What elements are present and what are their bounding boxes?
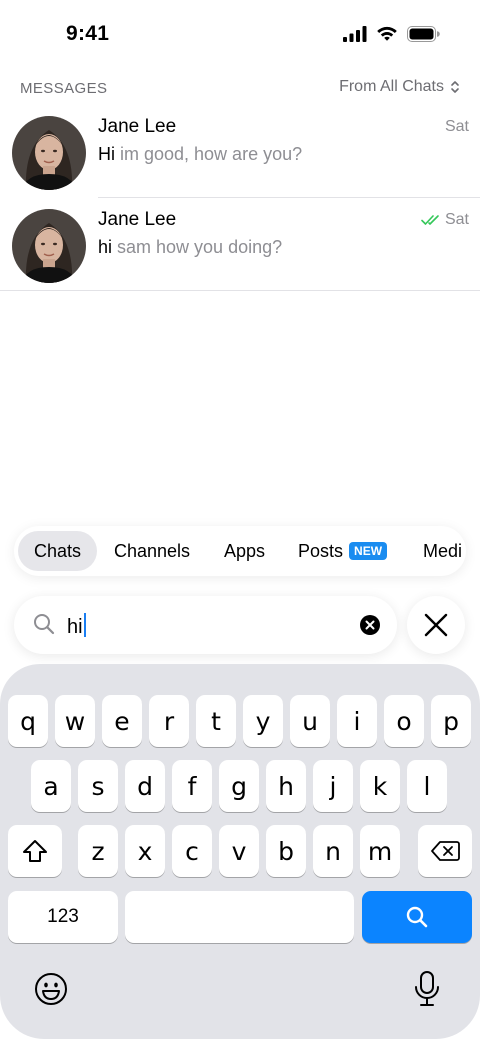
chat-date-with-receipt: Sat xyxy=(421,211,469,229)
chat-list-item[interactable]: Jane Lee hi sam how you doing? Sat xyxy=(0,199,480,291)
divider xyxy=(0,290,480,291)
key-p[interactable]: p xyxy=(431,695,471,747)
tab-chats[interactable]: Chats xyxy=(18,531,98,571)
keyboard: q w e r t y u i o p a s d f g h j k l z … xyxy=(0,664,480,1039)
key-v[interactable]: v xyxy=(219,825,259,877)
key-k[interactable]: k xyxy=(360,760,400,812)
new-badge: NEW xyxy=(349,542,388,560)
key-d[interactable]: d xyxy=(125,760,165,812)
tab-label: Chats xyxy=(34,541,82,561)
shift-icon xyxy=(23,840,47,862)
search-scope-tabs: Chats Channels Apps Posts NEW Medi xyxy=(14,526,466,576)
shift-key[interactable] xyxy=(8,825,62,877)
chevron-up-down-icon xyxy=(451,81,459,93)
microphone-icon xyxy=(415,971,439,1006)
search-query: hi xyxy=(67,616,83,638)
key-x[interactable]: x xyxy=(125,825,165,877)
key-b[interactable]: b xyxy=(266,825,306,877)
key-q[interactable]: q xyxy=(8,695,48,747)
status-icons xyxy=(343,26,440,42)
chat-list-item[interactable]: Jane Lee Hi im good, how are you? Sat xyxy=(0,106,480,198)
chat-preview: hi sam how you doing? xyxy=(98,237,282,258)
numbers-key[interactable]: 123 xyxy=(8,891,118,943)
key-h[interactable]: h xyxy=(266,760,306,812)
battery-icon xyxy=(407,26,440,42)
numbers-key-label: 123 xyxy=(47,906,79,927)
space-key[interactable] xyxy=(125,891,354,943)
status-bar: 9:41 xyxy=(0,0,480,70)
key-c[interactable]: c xyxy=(172,825,212,877)
chat-name: Jane Lee xyxy=(98,116,177,137)
section-title: MESSAGES xyxy=(20,80,108,97)
tab-label: Channels xyxy=(114,541,191,561)
clear-icon[interactable] xyxy=(359,614,381,636)
divider xyxy=(98,197,480,198)
search-match-text: Hi xyxy=(98,144,115,164)
close-icon xyxy=(424,613,448,637)
tab-posts[interactable]: Posts NEW xyxy=(282,531,403,571)
preview-text: im good, how are you? xyxy=(115,144,303,164)
key-j[interactable]: j xyxy=(313,760,353,812)
tab-label: Medi xyxy=(423,541,463,561)
key-o[interactable]: o xyxy=(384,695,424,747)
avatar xyxy=(12,116,86,190)
cellular-signal-icon xyxy=(343,26,367,42)
key-n[interactable]: n xyxy=(313,825,353,877)
chat-name: Jane Lee xyxy=(98,209,177,230)
key-f[interactable]: f xyxy=(172,760,212,812)
chat-date: Sat xyxy=(444,211,469,228)
close-search-button[interactable] xyxy=(407,596,465,654)
backspace-icon xyxy=(431,841,460,861)
search-key[interactable] xyxy=(362,891,472,943)
key-t[interactable]: t xyxy=(196,695,236,747)
avatar xyxy=(12,209,86,283)
search-input-value: hi xyxy=(67,613,86,639)
key-w[interactable]: w xyxy=(55,695,95,747)
messages-section-header: MESSAGES From All Chats xyxy=(0,78,480,100)
key-z[interactable]: z xyxy=(78,825,118,877)
chat-filter-button[interactable]: From All Chats xyxy=(339,78,460,96)
dictation-button[interactable] xyxy=(413,970,441,1013)
key-y[interactable]: y xyxy=(243,695,283,747)
search-icon xyxy=(34,614,55,635)
tab-apps[interactable]: Apps xyxy=(208,531,281,571)
search-key-icon xyxy=(406,906,428,928)
key-i[interactable]: i xyxy=(337,695,377,747)
status-time: 9:41 xyxy=(66,22,110,45)
key-m[interactable]: m xyxy=(360,825,400,877)
key-a[interactable]: a xyxy=(31,760,71,812)
chat-date: Sat xyxy=(444,118,469,135)
tab-channels[interactable]: Channels xyxy=(98,531,206,571)
search-input[interactable]: hi xyxy=(14,596,397,654)
filter-label: From All Chats xyxy=(339,78,444,95)
key-u[interactable]: u xyxy=(290,695,330,747)
tab-label: Apps xyxy=(224,541,266,561)
key-e[interactable]: e xyxy=(102,695,142,747)
key-s[interactable]: s xyxy=(78,760,118,812)
preview-text: sam how you doing? xyxy=(112,237,283,257)
text-caret xyxy=(83,613,86,637)
wifi-icon xyxy=(377,26,397,41)
tab-label: Posts xyxy=(298,541,344,561)
search-match-text: hi xyxy=(98,237,113,257)
backspace-key[interactable] xyxy=(418,825,472,877)
emoji-icon xyxy=(35,973,67,1005)
key-l[interactable]: l xyxy=(407,760,447,812)
key-r[interactable]: r xyxy=(149,695,189,747)
tab-media[interactable]: Medi xyxy=(407,531,466,571)
key-g[interactable]: g xyxy=(219,760,259,812)
emoji-button[interactable] xyxy=(34,972,68,1011)
chat-preview: Hi im good, how are you? xyxy=(98,144,302,165)
double-check-icon xyxy=(421,215,439,225)
